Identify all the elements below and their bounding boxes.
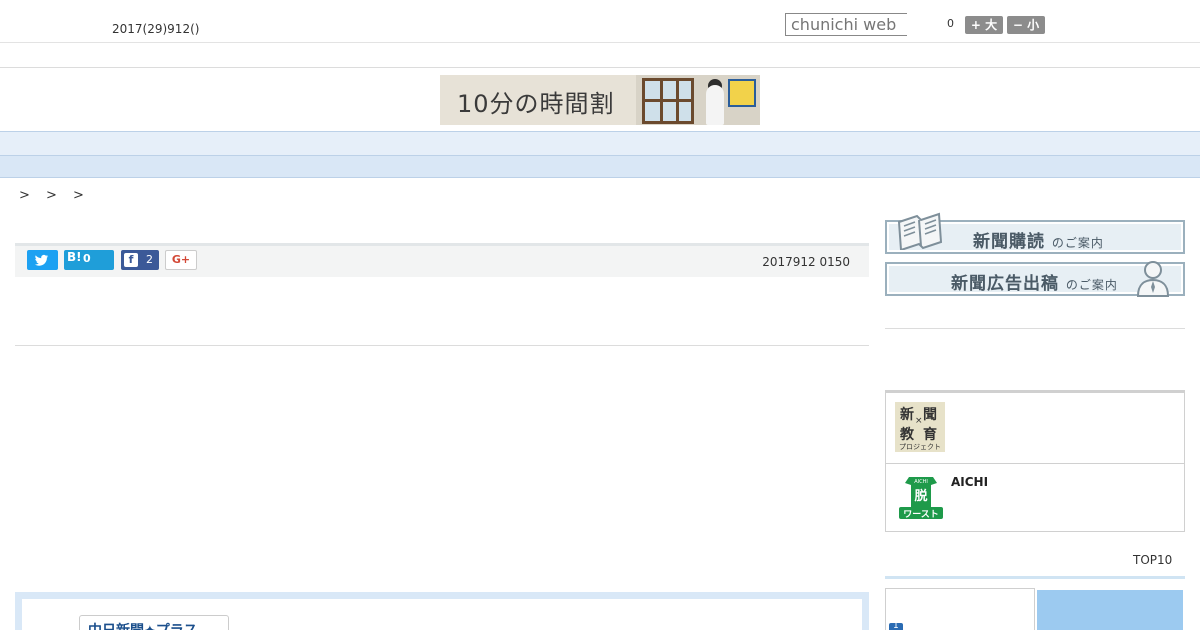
font-size-large-button[interactable]: + 大 [965, 16, 1003, 34]
ad-banner[interactable]: 10分の時間割 [440, 75, 760, 125]
rank-badge: 1 [889, 621, 903, 630]
sub-nav [0, 156, 1200, 178]
ranking-tab-inactive[interactable] [1037, 590, 1183, 630]
sidebar-box-divider [886, 463, 1184, 464]
font-size-small-button[interactable]: − 小 [1007, 16, 1045, 34]
ad-banner-photo [636, 75, 760, 125]
svg-text:ワースト: ワースト [903, 509, 939, 520]
chunichi-plus-box: 中日新聞✦プラス [15, 592, 869, 630]
ad-placement-guide-button[interactable]: 新聞広告出稿 のご案内 [885, 261, 1185, 297]
content-divider [15, 345, 869, 346]
subscribe-guide-button[interactable]: 新聞購読 のご案内 [885, 212, 1185, 254]
hatena-count: 0 [83, 252, 91, 265]
twitter-share-button[interactable] [27, 250, 58, 270]
svg-text:AICHI: AICHI [914, 479, 928, 485]
businessman-icon [1136, 261, 1170, 297]
chunichi-plus-logo[interactable]: 中日新聞✦プラス [79, 615, 229, 630]
header-top-bar: 2017(29)912() 0 + 大 − 小 [0, 0, 1200, 43]
ad-placement-guide-label: 新聞広告出稿 のご案内 [951, 274, 1118, 294]
twitter-icon [35, 254, 49, 266]
subscribe-guide-label: 新聞購読 のご案内 [973, 232, 1104, 252]
sidebar-project-box: 新 聞 × 教 育 プロジェクト AICHI 脱 ワースト AICHI [885, 390, 1185, 532]
main-nav [0, 131, 1200, 156]
sidebar-divider [885, 328, 1185, 329]
chunichi-plus-inner: 中日新聞✦プラス [22, 599, 862, 630]
top10-label: TOP10 [1133, 553, 1173, 567]
chunichi-plus-logo-text: 中日新聞✦プラス [88, 620, 197, 630]
google-plus-share-button[interactable]: G+ [165, 250, 197, 270]
header-sub-band [0, 43, 1200, 68]
article-date: 2017912 0150 [762, 255, 850, 269]
book-icon [897, 212, 943, 250]
svg-text:脱: 脱 [914, 488, 927, 504]
date-display: 2017(29)912() [112, 22, 200, 36]
facebook-count: 2 [146, 253, 153, 266]
hatena-bookmark-button[interactable]: B! 0 [64, 250, 114, 270]
newspaper-education-logo[interactable]: 新 聞 × 教 育 プロジェクト [895, 402, 945, 452]
ad-banner-text: 10分の時間割 [457, 90, 615, 118]
facebook-icon: f [124, 253, 138, 267]
breadcrumb: > > > [19, 188, 90, 203]
ranking-tabs-line [885, 576, 1185, 579]
ranking-tab-active[interactable] [885, 588, 1035, 630]
aichi-worst-logo[interactable]: AICHI 脱 ワースト [897, 473, 945, 521]
search-input[interactable] [785, 13, 907, 36]
hatena-icon: B! [67, 250, 82, 264]
facebook-share-button[interactable]: f 2 [121, 250, 159, 270]
font-size-indicator: 0 [947, 17, 954, 30]
share-bar: B! 0 f 2 G+ 2017912 0150 [15, 243, 869, 277]
aichi-project-title[interactable]: AICHI [951, 475, 988, 489]
